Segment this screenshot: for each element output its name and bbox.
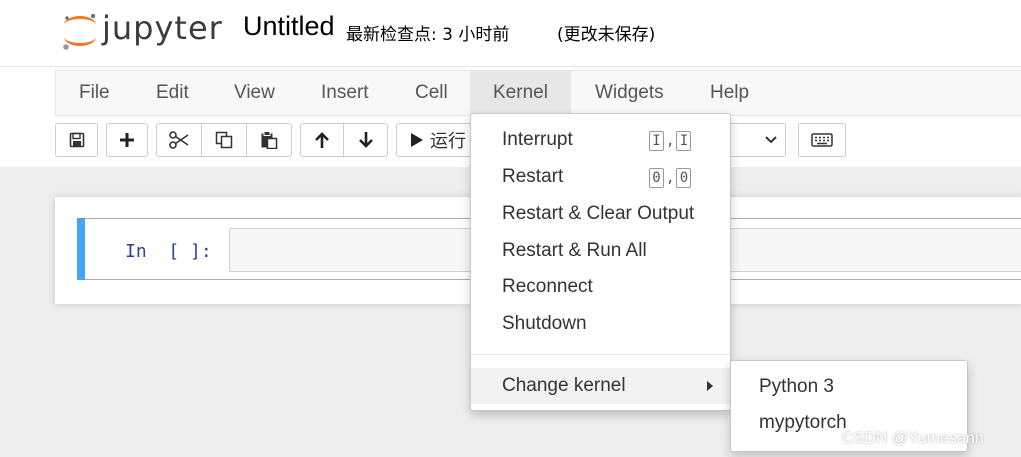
menu-item-change-kernel[interactable]: Change kernel [471, 368, 730, 404]
menu-item-restart-clear-output[interactable]: Restart & Clear Output [471, 196, 730, 232]
shortcut-key: 0 [676, 168, 692, 188]
menu-kernel[interactable]: Kernel [470, 71, 571, 115]
menu-item-interrupt[interactable]: Interrupt I,I [471, 122, 730, 158]
cut-button[interactable] [156, 123, 202, 157]
kernel-option-python3[interactable]: Python 3 [731, 369, 967, 405]
shortcut-key: I [649, 131, 664, 151]
jupyter-logo[interactable] [60, 10, 100, 52]
shortcut-interrupt: I,I [649, 131, 692, 151]
kernel-menu-dropdown: Interrupt I,I Restart 0,0 Restart & Clea… [470, 113, 731, 411]
menu-divider [471, 354, 730, 355]
run-label: 运行 [430, 131, 466, 152]
menu-item-label: Change kernel [502, 375, 626, 396]
shortcut-restart: 0,0 [649, 168, 692, 188]
menu-cell[interactable]: Cell [392, 71, 471, 115]
menubar: File Edit View Insert Cell Kernel Widget… [55, 70, 1021, 116]
menu-item-reconnect[interactable]: Reconnect [471, 269, 730, 305]
menu-item-restart-run-all[interactable]: Restart & Run All [471, 233, 730, 269]
paste-icon [261, 131, 278, 149]
shortcut-key: I [676, 131, 692, 151]
menu-item-label: Interrupt [502, 129, 573, 150]
caret-right-icon [707, 381, 713, 391]
menu-widgets[interactable]: Widgets [572, 71, 687, 115]
scissors-icon [169, 131, 189, 149]
header: jupyter Untitled 最新检查点: 3 小时前 (更改未保存) [0, 0, 1021, 66]
insert-cell-button[interactable] [106, 123, 148, 157]
logo-text: jupyter [102, 9, 223, 47]
save-button[interactable] [55, 123, 98, 157]
menu-insert[interactable]: Insert [298, 71, 392, 115]
autosave-status: (更改未保存) [557, 25, 656, 45]
menu-file[interactable]: File [56, 71, 133, 115]
notebook-title[interactable]: Untitled [243, 11, 335, 42]
save-icon [69, 132, 84, 148]
keyboard-shortcuts-button[interactable] [798, 123, 846, 157]
menu-help[interactable]: Help [687, 71, 772, 115]
menu-item-label: Restart [502, 166, 564, 187]
cell-selected-indicator [77, 218, 85, 280]
move-down-button[interactable] [344, 123, 388, 157]
checkpoint-status: 最新检查点: 3 小时前 [346, 25, 510, 45]
arrow-up-icon [315, 132, 329, 148]
chevron-down-icon [765, 136, 777, 144]
shortcut-key: 0 [649, 168, 664, 188]
menu-edit[interactable]: Edit [133, 71, 212, 115]
watermark: CSDN @Yumesann [842, 430, 984, 447]
paste-button[interactable] [247, 123, 292, 157]
menu-view[interactable]: View [211, 71, 298, 115]
menu-item-shutdown[interactable]: Shutdown [471, 306, 730, 342]
plus-icon [120, 133, 134, 147]
arrow-down-icon [358, 132, 373, 148]
keyboard-icon [811, 133, 833, 147]
input-prompt: In [ ]: [125, 241, 212, 262]
copy-button[interactable] [202, 123, 247, 157]
move-up-button[interactable] [300, 123, 344, 157]
play-icon [411, 133, 423, 147]
menu-item-restart[interactable]: Restart 0,0 [471, 159, 730, 195]
copy-icon [215, 131, 233, 149]
